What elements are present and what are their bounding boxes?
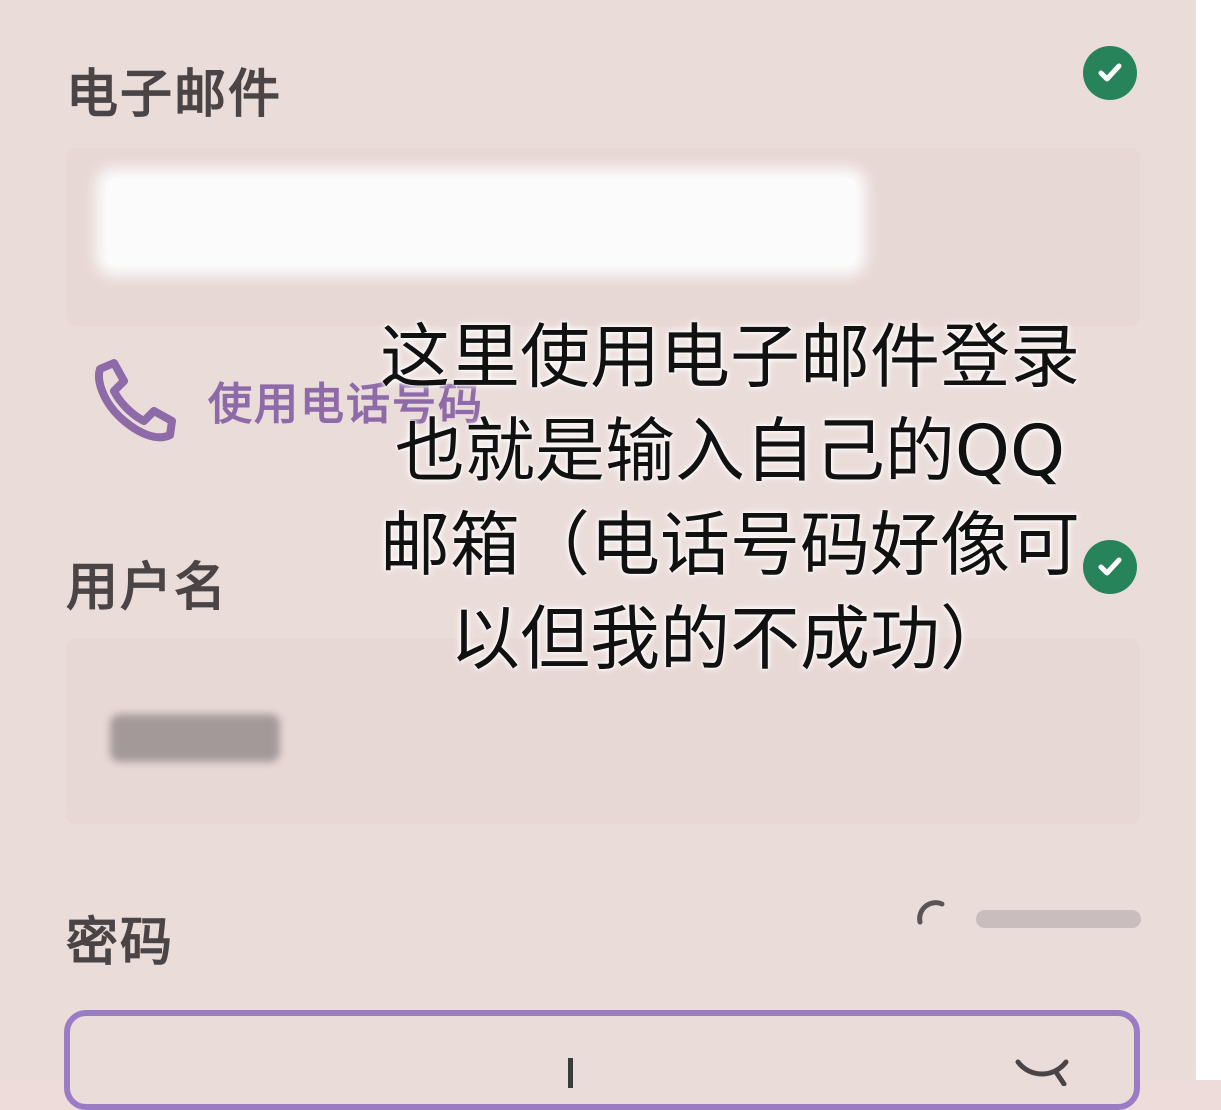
annotation-line: 以但我的不成功） [450, 598, 1010, 680]
annotation-line: 邮箱（电话号码好像可 [380, 504, 1080, 586]
email-check-circle-icon [1083, 46, 1137, 100]
annotation-caption: 这里使用电子邮件登录 也就是输入自己的QQ 邮箱（电话号码好像可 以但我的不成功… [300, 310, 1160, 686]
eye-off-icon[interactable] [1012, 1056, 1072, 1087]
screenshot-border [1196, 0, 1221, 1080]
username-value-redaction [110, 714, 280, 762]
text-cursor [568, 1058, 573, 1088]
annotation-line: 这里使用电子邮件登录 [380, 316, 1080, 398]
email-label: 电子邮件 [66, 65, 283, 125]
phone-icon [86, 351, 180, 449]
password-strength-bar [976, 910, 1141, 928]
password-field[interactable] [64, 1010, 1140, 1110]
password-label: 密码 [66, 913, 175, 973]
email-value-redaction [106, 178, 856, 266]
email-field[interactable] [66, 148, 1140, 326]
login-form: 电子邮件 使用电话号码 用户名 密码 这里使用电子邮件登录 也就是输入自己的QQ… [0, 0, 1196, 1110]
username-label: 用户名 [66, 558, 229, 618]
password-strength-spinner-icon [912, 896, 952, 936]
annotation-line: 也就是输入自己的QQ [394, 410, 1066, 492]
